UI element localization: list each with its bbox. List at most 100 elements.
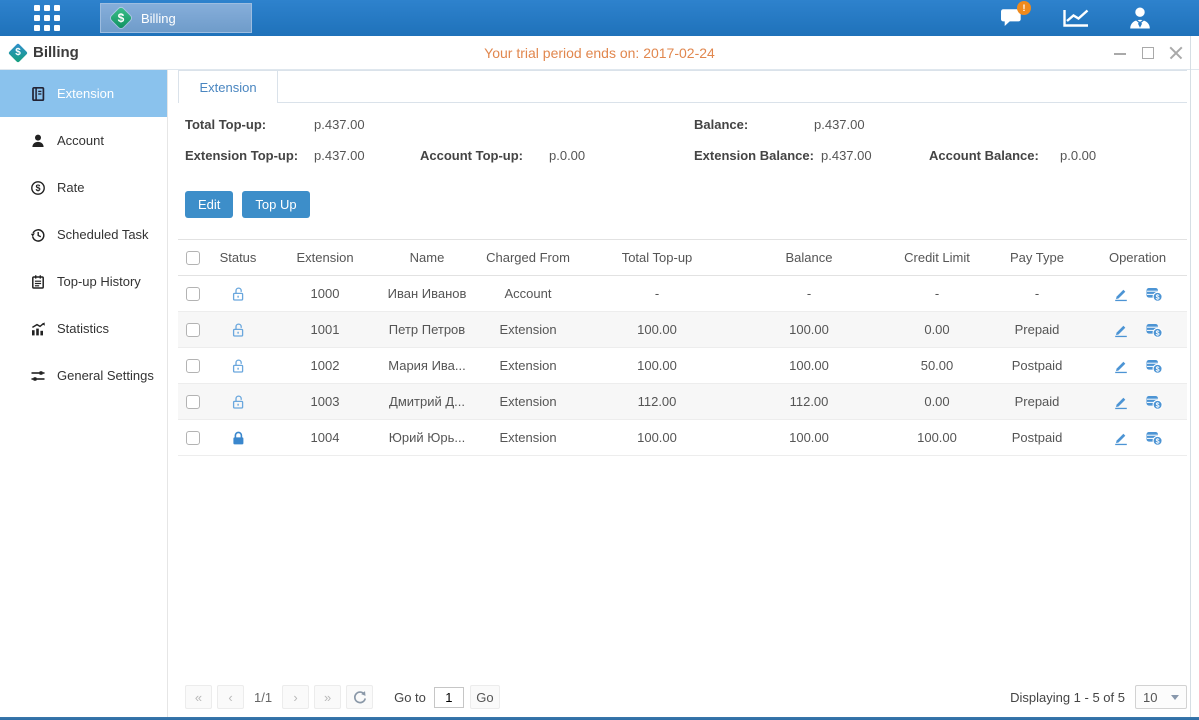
row-edit-icon[interactable] — [1112, 394, 1129, 410]
refresh-button[interactable] — [346, 685, 373, 709]
go-button[interactable]: Go — [470, 685, 500, 709]
lock-status-icon — [230, 393, 246, 408]
cell-extension: 1002 — [268, 348, 382, 384]
sidebar-item-label: Statistics — [57, 321, 109, 336]
window-title-group: $ Billing — [9, 44, 79, 62]
tab-extension[interactable]: Extension — [178, 70, 278, 103]
cell-credit-limit: 100.00 — [888, 420, 986, 456]
column-header-status[interactable]: Status — [208, 240, 268, 276]
bar-chart-icon — [30, 321, 46, 337]
row-topup-icon[interactable]: $ — [1145, 358, 1163, 374]
row-checkbox[interactable] — [186, 287, 200, 301]
row-topup-icon[interactable]: $ — [1145, 322, 1163, 338]
cell-charged-from: Extension — [472, 348, 584, 384]
summary-value: p.0.00 — [1060, 148, 1096, 163]
row-topup-icon[interactable]: $ — [1145, 286, 1163, 302]
page-size-select[interactable]: 10 — [1135, 685, 1187, 709]
cell-charged-from: Extension — [472, 384, 584, 420]
row-edit-icon[interactable] — [1112, 286, 1129, 302]
row-checkbox[interactable] — [186, 323, 200, 337]
prev-page-button[interactable]: ‹ — [217, 685, 244, 709]
edit-button[interactable]: Edit — [185, 191, 233, 218]
sidebar-item-statistics[interactable]: Statistics — [0, 305, 167, 352]
column-header-total-topup[interactable]: Total Top-up — [584, 240, 730, 276]
cell-name: Дмитрий Д... — [382, 384, 472, 420]
cell-charged-from: Account — [472, 276, 584, 312]
app-body: Extension Account $ Rate Scheduled Task — [0, 70, 1199, 717]
sidebar-item-label: General Settings — [57, 368, 154, 383]
cell-charged-from: Extension — [472, 312, 584, 348]
pagination-bar: « ‹ 1/1 › » Go to Go Displaying 1 - 5 of… — [185, 685, 1187, 709]
cell-name: Иван Иванов — [382, 276, 472, 312]
column-header-extension[interactable]: Extension — [268, 240, 382, 276]
taskbar-tab-billing[interactable]: $ Billing — [100, 3, 252, 33]
trial-notice: Your trial period ends on: 2017-02-24 — [0, 45, 1199, 61]
summary-label: Account Top-up: — [420, 148, 523, 163]
column-header-pay-type[interactable]: Pay Type — [986, 240, 1088, 276]
row-topup-icon[interactable]: $ — [1145, 394, 1163, 410]
action-buttons: Edit Top Up — [185, 191, 1187, 218]
minimize-button[interactable] — [1113, 46, 1127, 60]
sidebar-item-label: Rate — [57, 180, 84, 195]
summary-value: p.437.00 — [314, 117, 365, 132]
svg-text:$: $ — [1156, 438, 1160, 445]
window-right-border — [1190, 36, 1191, 717]
page-size-value: 10 — [1143, 690, 1157, 705]
row-checkbox[interactable] — [186, 431, 200, 445]
row-edit-icon[interactable] — [1112, 430, 1129, 446]
notepad-icon — [30, 274, 46, 290]
cell-pay-type: - — [986, 276, 1088, 312]
lock-status-icon — [230, 285, 246, 300]
sidebar-item-label: Account — [57, 133, 104, 148]
cell-pay-type: Prepaid — [986, 312, 1088, 348]
select-all-checkbox[interactable] — [186, 251, 200, 265]
cell-total-topup: 100.00 — [584, 312, 730, 348]
row-checkbox[interactable] — [186, 395, 200, 409]
summary-label: Balance: — [694, 117, 748, 132]
chevron-down-icon — [1171, 695, 1179, 700]
cell-balance: 112.00 — [730, 384, 888, 420]
sidebar-item-rate[interactable]: $ Rate — [0, 164, 167, 211]
monitor-chart-icon[interactable] — [1061, 6, 1091, 30]
cell-name: Мария Ива... — [382, 348, 472, 384]
row-checkbox[interactable] — [186, 359, 200, 373]
svg-text:$: $ — [1156, 402, 1160, 409]
column-header-name[interactable]: Name — [382, 240, 472, 276]
sidebar-item-account[interactable]: Account — [0, 117, 167, 164]
close-button[interactable] — [1169, 46, 1183, 60]
dollar-circle-icon: $ — [30, 180, 46, 196]
app-launcher-grid-icon[interactable] — [34, 5, 60, 31]
last-page-button[interactable]: » — [314, 685, 341, 709]
row-edit-icon[interactable] — [1112, 358, 1129, 374]
top-up-button[interactable]: Top Up — [242, 191, 309, 218]
sliders-icon — [30, 368, 46, 384]
next-page-button[interactable]: › — [282, 685, 309, 709]
sidebar-item-label: Top-up History — [57, 274, 141, 289]
column-header-charged-from[interactable]: Charged From — [472, 240, 584, 276]
maximize-button[interactable] — [1141, 46, 1155, 60]
column-header-balance[interactable]: Balance — [730, 240, 888, 276]
cell-extension: 1003 — [268, 384, 382, 420]
column-header-credit-limit[interactable]: Credit Limit — [888, 240, 986, 276]
sidebar-item-scheduled-task[interactable]: Scheduled Task — [0, 211, 167, 258]
sidebar-item-extension[interactable]: Extension — [0, 70, 167, 117]
page-title: Billing — [33, 44, 79, 61]
sidebar-item-topup-history[interactable]: Top-up History — [0, 258, 167, 305]
sidebar-item-general-settings[interactable]: General Settings — [0, 352, 167, 399]
tab-bar-spacer — [278, 70, 1187, 103]
messages-icon[interactable]: ! — [999, 6, 1025, 30]
cell-balance: 100.00 — [730, 312, 888, 348]
first-page-button[interactable]: « — [185, 685, 212, 709]
row-edit-icon[interactable] — [1112, 322, 1129, 338]
user-icon[interactable] — [1127, 5, 1153, 31]
cell-total-topup: - — [584, 276, 730, 312]
svg-text:$: $ — [1156, 330, 1160, 337]
row-topup-icon[interactable]: $ — [1145, 430, 1163, 446]
billing-app-icon: $ — [110, 7, 132, 29]
goto-page-input[interactable] — [434, 687, 464, 708]
column-header-operation[interactable]: Operation — [1088, 240, 1187, 276]
extension-book-icon — [30, 86, 46, 102]
cell-extension: 1000 — [268, 276, 382, 312]
sidebar-item-label: Extension — [57, 86, 114, 101]
summary-label: Extension Top-up: — [185, 148, 298, 163]
